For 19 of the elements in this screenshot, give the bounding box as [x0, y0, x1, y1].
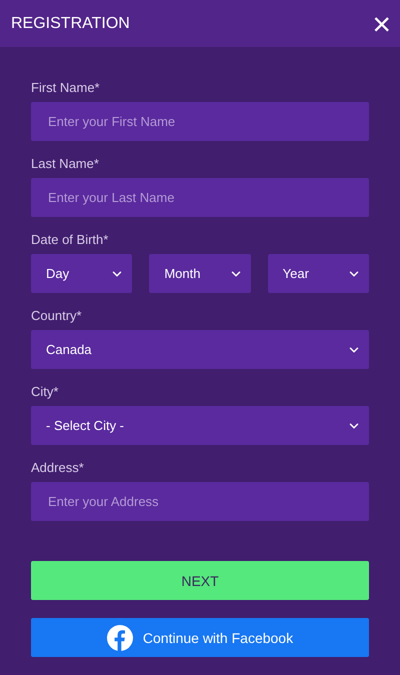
field-label: City*	[31, 384, 60, 399]
field-label: First Name*	[31, 80, 101, 95]
facebook-button[interactable]: Continue with Facebook	[31, 618, 369, 657]
select-dropdown[interactable]: Year	[268, 254, 369, 293]
next-button[interactable]: NEXT	[31, 561, 369, 600]
field-label: Date of Birth*	[31, 232, 110, 247]
select-dropdown[interactable]: - Select City -	[31, 406, 369, 445]
dialog-title: REGISTRATION	[11, 14, 130, 32]
close-button[interactable]: ×	[372, 8, 391, 40]
input-field[interactable]: Enter your Address	[31, 482, 369, 521]
select-dropdown[interactable]: Canada	[31, 330, 369, 369]
select-dropdown[interactable]: Month	[149, 254, 251, 293]
select-dropdown[interactable]: Day	[31, 254, 132, 293]
field-label: Address*	[31, 460, 85, 475]
facebook-icon	[106, 624, 133, 650]
field-label: Last Name*	[31, 156, 100, 171]
field-label: Country*	[31, 308, 83, 323]
input-field[interactable]: Enter your Last Name	[31, 178, 369, 217]
input-field[interactable]: Enter your First Name	[31, 102, 369, 141]
